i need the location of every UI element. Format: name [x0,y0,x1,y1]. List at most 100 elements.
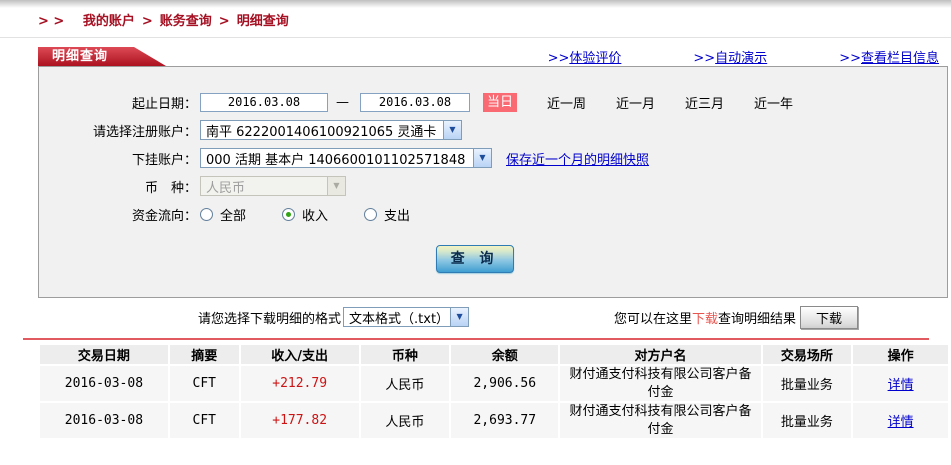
detail-link[interactable]: 详情 [888,378,914,393]
breadcrumb-item[interactable]: 我的账户 [83,14,135,29]
date-from-input[interactable] [200,93,328,112]
fund-flow-row: 资金流向： 全部 收入 支出 [39,200,947,228]
cell-summary: CFT [170,403,239,438]
flow-option-label: 收入 [302,205,328,224]
download-row: 请您选择下载明细的格式 文本格式（.txt） ▼ 您可以在这里下载查询明细结果 … [0,305,951,329]
cell-amount: +212.79 [241,366,359,401]
hint-text-before: 您可以在这里 [614,312,692,327]
cell-action: 详情 [853,366,948,401]
breadcrumb-prefix: > > [38,14,64,29]
radio-icon[interactable] [364,208,377,221]
download-hint: 您可以在这里下载查询明细结果 [614,308,796,327]
download-format-label: 请您选择下载明细的格式 [198,308,341,327]
radio-icon[interactable] [200,208,213,221]
col-header-summary: 摘要 [170,345,239,364]
divider-line [0,37,951,38]
breadcrumb: > > 我的账户 > 账务查询 > 明细查询 [0,8,951,35]
download-format-select[interactable]: 文本格式（.txt） ▼ [343,307,469,327]
radio-icon[interactable] [282,208,295,221]
cell-venue: 批量业务 [763,366,852,401]
fund-flow-label: 资金流向： [39,205,197,224]
cell-venue: 批量业务 [763,403,852,438]
transactions-table: 交易日期 摘要 收入/支出 币种 余额 对方户名 交易场所 操作 2016-03… [38,343,950,440]
flow-option-label: 支出 [384,205,410,224]
chevron-down-icon[interactable]: ▼ [443,121,461,139]
flow-radio-option[interactable]: 支出 [364,205,410,224]
cell-date: 2016-03-08 [40,403,168,438]
header-links: >>体验评价>>自动演示>>查看栏目信息 [548,47,951,66]
date-range-row: 起止日期： — 当日 近一周 近一月 近三月 近一年 [39,88,947,116]
col-header-currency: 币种 [361,345,450,364]
query-button[interactable]: 查 询 [436,245,514,273]
col-header-venue: 交易场所 [763,345,852,364]
cell-action: 详情 [853,403,948,438]
header-link[interactable]: >>自动演示 [693,47,767,66]
sub-account-value: 000 活期 基本户 1406600101102571848 [206,149,465,168]
section-header: 明细查询 >>体验评价>>自动演示>>查看栏目信息 [0,47,951,66]
link-label: 查看栏目信息 [861,51,939,66]
today-badge[interactable]: 当日 [483,93,517,112]
table-row: 2016-03-08 CFT +177.82 人民币 2,693.77 财付通支… [40,403,948,438]
header-link[interactable]: >>体验评价 [548,47,622,66]
link-arrows: >> [548,51,570,66]
breadcrumb-item[interactable]: 明细查询 [237,14,289,29]
hint-text-after: 查询明细结果 [718,312,796,327]
cell-balance: 2,906.56 [451,366,558,401]
col-header-amount: 收入/支出 [241,345,359,364]
quick-range-link[interactable]: 近一年 [754,97,793,112]
col-header-action: 操作 [853,345,948,364]
col-header-counterparty: 对方户名 [560,345,760,364]
hint-download-link[interactable]: 下载 [692,312,718,327]
cell-counterparty: 财付通支付科技有限公司客户备付金 [560,403,760,438]
register-account-value: 南平 6222001406100921065 灵通卡 [206,121,436,140]
download-button[interactable]: 下载 [800,306,858,329]
currency-value: 人民币 [206,177,245,196]
quick-range-link[interactable]: 近三月 [685,97,724,112]
cell-currency: 人民币 [361,403,450,438]
cell-date: 2016-03-08 [40,366,168,401]
download-format-value: 文本格式（.txt） [349,308,449,327]
register-account-row: 请选择注册账户： 南平 6222001406100921065 灵通卡 ▼ [39,116,947,144]
currency-label: 币 种： [39,177,197,196]
sub-account-label: 下挂账户： [39,149,197,168]
breadcrumb-separator: > [142,14,153,29]
breadcrumb-separator: > [219,14,230,29]
col-header-date: 交易日期 [40,345,168,364]
date-to-input[interactable] [360,93,470,112]
link-label: 自动演示 [715,51,767,66]
cell-amount: +177.82 [241,403,359,438]
header-link[interactable]: >>查看栏目信息 [839,47,939,66]
cell-counterparty: 财付通支付科技有限公司客户备付金 [560,366,760,401]
date-range-label: 起止日期： [39,93,197,112]
link-arrows: >> [693,51,715,66]
cell-summary: CFT [170,366,239,401]
table-header-row: 交易日期 摘要 收入/支出 币种 余额 对方户名 交易场所 操作 [40,345,948,364]
flow-radio-option[interactable]: 收入 [282,205,328,224]
currency-select: 人民币 ▼ [200,176,346,196]
quick-range-link[interactable]: 近一周 [547,97,586,112]
col-header-balance: 余额 [451,345,558,364]
sub-account-select[interactable]: 000 活期 基本户 1406600101102571848 ▼ [200,148,492,168]
flow-option-label: 全部 [220,205,246,224]
breadcrumb-item[interactable]: 账务查询 [160,14,212,29]
chevron-down-icon[interactable]: ▼ [450,308,468,326]
snapshot-link[interactable]: 保存近一个月的明细快照 [506,149,649,168]
detail-link[interactable]: 详情 [888,415,914,430]
red-divider [23,338,929,340]
register-account-select[interactable]: 南平 6222001406100921065 灵通卡 ▼ [200,120,462,140]
link-arrows: >> [839,51,861,66]
chevron-down-icon[interactable]: ▼ [473,149,491,167]
cell-currency: 人民币 [361,366,450,401]
tab-detail-query[interactable]: 明细查询 [38,47,170,66]
table-row: 2016-03-08 CFT +212.79 人民币 2,906.56 财付通支… [40,366,948,401]
sub-account-row: 下挂账户： 000 活期 基本户 1406600101102571848 ▼ 保… [39,144,947,172]
currency-row: 币 种： 人民币 ▼ [39,172,947,200]
quick-range-link[interactable]: 近一月 [616,97,655,112]
flow-radio-option[interactable]: 全部 [200,205,246,224]
link-label: 体验评价 [569,51,621,66]
date-dash: — [336,95,349,110]
query-form-panel: 起止日期： — 当日 近一周 近一月 近三月 近一年 请选择注册账户： 南平 6222… [38,66,948,298]
register-account-label: 请选择注册账户： [39,121,197,140]
chevron-down-icon: ▼ [327,177,345,195]
top-gradient-bar [0,0,951,8]
